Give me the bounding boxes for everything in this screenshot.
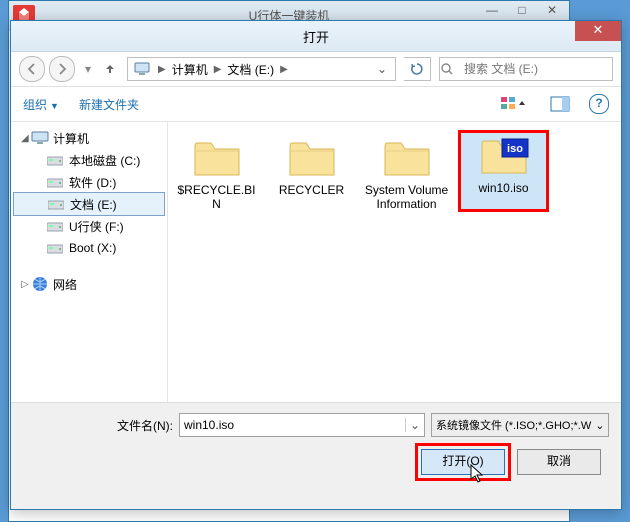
tree-drive[interactable]: Boot (X:)	[11, 237, 167, 259]
tree-label: 网络	[53, 276, 77, 293]
filter-label: 系统镜像文件 (*.ISO;*.GHO;*.W	[436, 417, 591, 433]
nav-back-button[interactable]	[19, 56, 45, 82]
folder-icon	[286, 137, 338, 179]
chevron-down-icon[interactable]: ⌄	[405, 418, 424, 432]
new-folder-button[interactable]: 新建文件夹	[79, 96, 139, 113]
tree-drive[interactable]: 本地磁盘 (C:)	[11, 149, 167, 171]
file-list[interactable]: $RECYCLE.BIN RECYCLER System Volume Inform…	[168, 121, 621, 419]
tree-label: 本地磁盘 (C:)	[69, 152, 140, 169]
folder-icon	[381, 137, 433, 179]
collapse-icon[interactable]: ◢	[21, 133, 31, 144]
filename-input[interactable]	[180, 418, 405, 432]
search-icon	[440, 62, 462, 76]
tree-label: U行侠 (F:)	[69, 218, 124, 235]
open-button[interactable]: 打开(O)	[421, 449, 505, 475]
filetype-filter[interactable]: 系统镜像文件 (*.ISO;*.GHO;*.W ⌄	[431, 413, 609, 437]
filename-label: 文件名(N):	[117, 417, 173, 434]
dialog-title: 打开	[11, 27, 621, 46]
folder-icon	[191, 137, 243, 179]
tree-drive[interactable]: 软件 (D:)	[11, 171, 167, 193]
nav-recent-button[interactable]: ▾	[79, 57, 97, 81]
filename-combo[interactable]: ⌄	[179, 413, 425, 437]
drive-icon	[47, 242, 63, 254]
close-button[interactable]: ✕	[575, 21, 621, 41]
help-icon[interactable]: ?	[589, 94, 609, 114]
computer-icon	[134, 62, 150, 76]
breadcrumb-root[interactable]: 计算机	[170, 61, 210, 78]
tree-network[interactable]: ▷ 网络	[11, 273, 167, 295]
tree-label: 文档 (E:)	[70, 196, 117, 213]
iso-file-icon: iso	[478, 135, 530, 177]
tree-computer[interactable]: ◢ 计算机	[11, 127, 167, 149]
breadcrumb-sep-icon: ▶	[276, 64, 292, 75]
cursor-icon	[470, 464, 486, 484]
breadcrumb-dropdown[interactable]: ⌄	[371, 62, 393, 76]
breadcrumb-sep-icon: ▶	[154, 64, 170, 75]
nav-forward-button[interactable]	[49, 56, 75, 82]
open-dialog: 打开 ✕ ▾ ▶ 计算机 ▶ 文档 (E:)	[10, 20, 622, 510]
tree-label: Boot (X:)	[69, 241, 116, 255]
tree-drive[interactable]: 文档 (E:)	[13, 192, 165, 216]
cancel-button[interactable]: 取消	[517, 449, 601, 475]
navigation-tree: ◢ 计算机 本地磁盘 (C:) 软件 (D:) 文档 (E:) U行侠 (F:) Boo…	[11, 121, 168, 419]
breadcrumb-path[interactable]: 文档 (E:)	[225, 61, 276, 78]
search-box[interactable]	[439, 57, 613, 81]
view-options-button[interactable]	[497, 92, 531, 116]
drive-icon	[47, 154, 63, 166]
organize-menu[interactable]: 组织▼	[23, 96, 59, 113]
file-label: win10.iso	[461, 181, 546, 195]
computer-icon	[31, 131, 49, 145]
expand-icon[interactable]: ▷	[21, 279, 31, 290]
tree-drive[interactable]: U行侠 (F:)	[11, 215, 167, 237]
network-icon	[31, 275, 49, 293]
nav-up-button[interactable]	[101, 57, 119, 81]
file-item-folder[interactable]: $RECYCLE.BIN	[174, 131, 259, 211]
chevron-down-icon[interactable]: ⌄	[591, 419, 604, 432]
bg-minimize-button[interactable]: —	[477, 1, 507, 21]
bg-maximize-button[interactable]: □	[507, 1, 537, 21]
search-input[interactable]	[462, 61, 606, 77]
tree-label: 软件 (D:)	[69, 174, 116, 191]
refresh-button[interactable]	[404, 57, 431, 81]
tree-label: 计算机	[53, 130, 89, 147]
file-label: RECYCLER	[269, 183, 354, 197]
preview-pane-button[interactable]	[543, 92, 577, 116]
bg-close-button[interactable]: ✕	[537, 1, 567, 21]
address-bar[interactable]: ▶ 计算机 ▶ 文档 (E:) ▶ ⌄	[127, 57, 396, 81]
file-label: $RECYCLE.BIN	[174, 183, 259, 211]
file-item-iso[interactable]: iso win10.iso	[459, 131, 548, 211]
file-label: System Volume Information	[364, 183, 449, 211]
drive-icon	[47, 220, 63, 232]
file-item-folder[interactable]: System Volume Information	[364, 131, 449, 211]
drive-icon	[47, 176, 63, 188]
breadcrumb-sep-icon: ▶	[210, 64, 226, 75]
svg-text:iso: iso	[507, 143, 523, 155]
file-item-folder[interactable]: RECYCLER	[269, 131, 354, 211]
drive-icon	[48, 198, 64, 210]
